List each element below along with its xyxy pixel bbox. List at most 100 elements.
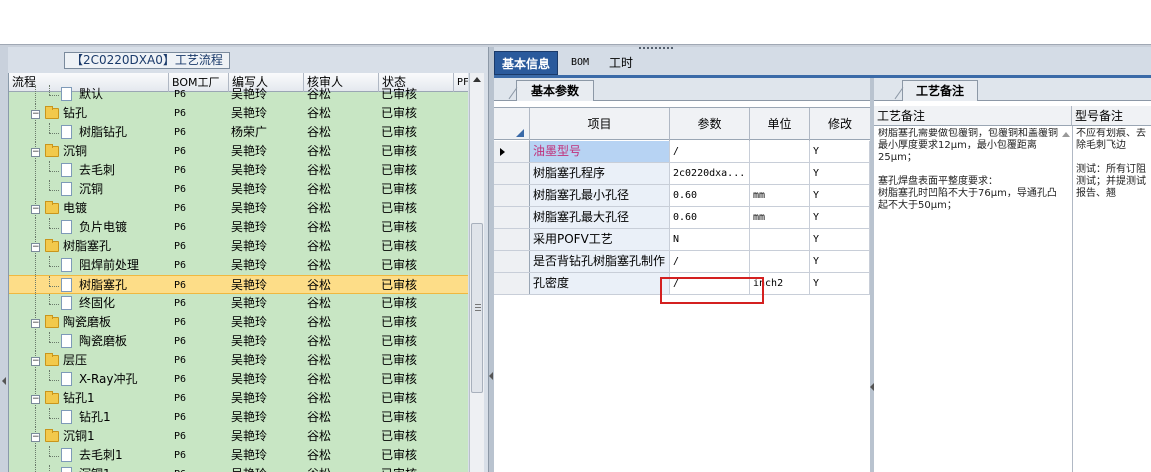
tab-work-hours[interactable]: 工时 [602,51,640,75]
params-cell-value[interactable]: 0.60 [670,207,750,228]
scroll-thumb[interactable] [471,223,483,393]
tree-row[interactable]: 陶瓷磨板 P6 吴艳玲 谷松 已审核 [9,332,468,351]
tree-row[interactable]: − 电镀 P6 吴艳玲 谷松 已审核 [9,199,468,218]
tree-row[interactable]: − 钻孔 P6 吴艳玲 谷松 已审核 [9,104,468,123]
tree-row[interactable]: 去毛刺1 P6 吴艳玲 谷松 已审核 [9,446,468,465]
params-cell-mod[interactable]: Y [810,185,870,206]
tree-node-name[interactable]: 层压 [63,351,169,370]
params-cell-unit[interactable] [750,141,810,162]
collapse-node-icon[interactable]: − [31,148,40,157]
model-notes-text[interactable]: 不应有划痕、去除毛刺飞边 测试：所有订阻测试；并提测试报告、翘 [1076,128,1151,468]
tree-node-name[interactable]: 默认 [79,85,169,104]
tree-node-name[interactable]: 陶瓷磨板 [63,313,169,332]
drag-grip[interactable] [639,47,673,50]
tree-node-name[interactable]: 沉铜1 [63,427,169,446]
tree-node-name[interactable]: 沉铜1 [79,465,169,472]
tree-row[interactable]: − 陶瓷磨板 P6 吴艳玲 谷松 已审核 [9,313,468,332]
params-cell-mod[interactable]: Y [810,251,870,272]
tree-row[interactable]: X-Ray冲孔 P6 吴艳玲 谷松 已审核 [9,370,468,389]
tree-node-name[interactable]: 钻孔 [63,104,169,123]
process-notes-text[interactable]: 树脂塞孔需要做包覆铜，包覆铜和盖覆铜最小厚度要求12μm，最小包覆距离25μm；… [878,128,1064,468]
tree-row[interactable]: 阻焊前处理 P6 吴艳玲 谷松 已审核 [9,256,468,275]
tab-basic-params[interactable]: 基本参数 [516,80,594,101]
splitter-collapse-icon[interactable] [489,372,493,380]
tree-node-name[interactable]: 去毛刺 [79,161,169,180]
row-indicator[interactable] [494,141,530,162]
tree-node-name[interactable]: 陶瓷磨板 [79,332,169,351]
tree-scrollbar[interactable] [469,73,484,472]
collapse-node-icon[interactable]: − [31,205,40,214]
col-header-item[interactable]: 项目 [530,108,670,141]
tab-bom[interactable]: BOM [564,51,596,75]
params-cell-value[interactable]: / [670,141,750,162]
params-cell-mod[interactable]: Y [810,207,870,228]
params-row[interactable]: 采用POFV工艺 N Y [494,229,870,251]
params-cell-unit[interactable]: mm [750,185,810,206]
row-indicator[interactable] [494,273,530,294]
tree-node-name[interactable]: 树脂塞孔 [63,237,169,256]
row-indicator[interactable] [494,163,530,184]
tree-node-name[interactable]: 钻孔1 [63,389,169,408]
params-cell-value[interactable]: N [670,229,750,250]
tree-row[interactable]: − 沉铜 P6 吴艳玲 谷松 已审核 [9,142,468,161]
row-indicator[interactable] [494,251,530,272]
params-cell-unit[interactable]: mm [750,207,810,228]
params-cell-mod[interactable]: Y [810,141,870,162]
tree-node-name[interactable]: 负片电镀 [79,218,169,237]
params-cell-mod[interactable]: Y [810,229,870,250]
collapse-node-icon[interactable]: − [31,433,40,442]
collapse-left-icon[interactable] [2,377,6,385]
tree-node-name[interactable]: X-Ray冲孔 [79,370,169,389]
tree-row[interactable]: 沉铜 P6 吴艳玲 谷松 已审核 [9,180,468,199]
tree-node-name[interactable]: 去毛刺1 [79,446,169,465]
collapse-node-icon[interactable]: − [31,110,40,119]
params-row[interactable]: 油墨型号 / Y [494,141,870,163]
collapse-node-icon[interactable]: − [31,357,40,366]
col-header-param[interactable]: 参数 [670,108,750,141]
col-header-model-notes[interactable]: 型号备注 [1072,106,1151,126]
params-cell-unit[interactable] [750,229,810,250]
tree-row[interactable]: − 树脂塞孔 P6 吴艳玲 谷松 已审核 [9,237,468,256]
params-cell-unit[interactable] [750,251,810,272]
tree-node-name[interactable]: 阻焊前处理 [79,256,169,275]
row-indicator[interactable] [494,207,530,228]
params-cell-value[interactable]: / [670,251,750,272]
tree-row[interactable]: 树脂钻孔 P6 杨荣广 谷松 已审核 [9,123,468,142]
tree-node-name[interactable]: 沉铜 [79,180,169,199]
tree-row[interactable]: 终固化 P6 吴艳玲 谷松 已审核 [9,294,468,313]
process-tree[interactable]: 流程 BOM工厂 编写人 核审人 状态 PF 默认 P6 吴艳玲 谷松 已审核 − 钻孔 P6… [8,73,468,472]
tree-row[interactable]: − 层压 P6 吴艳玲 谷松 已审核 [9,351,468,370]
tree-row[interactable]: − 钻孔1 P6 吴艳玲 谷松 已审核 [9,389,468,408]
tab-basic-info[interactable]: 基本信息 [494,51,559,75]
tree-node-name[interactable]: 沉铜 [63,142,169,161]
collapse-node-icon[interactable]: − [31,319,40,328]
tree-node-name[interactable]: 终固化 [79,294,169,313]
tree-row[interactable]: 负片电镀 P6 吴艳玲 谷松 已审核 [9,218,468,237]
row-indicator[interactable] [494,185,530,206]
params-cell-value[interactable]: 0.60 [670,185,750,206]
params-row[interactable]: 树脂塞孔最大孔径 0.60 mm Y [494,207,870,229]
tree-row[interactable]: 默认 P6 吴艳玲 谷松 已审核 [9,85,468,104]
row-indicator[interactable] [494,229,530,250]
params-row[interactable]: 树脂塞孔最小孔径 0.60 mm Y [494,185,870,207]
params-row[interactable]: 是否背钻孔树脂塞孔制作 / Y [494,251,870,273]
scroll-up-icon[interactable] [473,77,481,82]
tree-node-name[interactable]: 树脂钻孔 [79,123,169,142]
collapse-node-icon[interactable]: − [31,395,40,404]
params-cell-unit[interactable] [750,163,810,184]
tree-node-name[interactable]: 电镀 [63,199,169,218]
params-cell-mod[interactable]: Y [810,273,870,294]
params-row[interactable]: 树脂塞孔程序 2c0220dxa... Y [494,163,870,185]
tree-row[interactable]: − 沉铜1 P6 吴艳玲 谷松 已审核 [9,427,468,446]
params-cell-value[interactable]: 2c0220dxa... [670,163,750,184]
tree-row[interactable]: 钻孔1 P6 吴艳玲 谷松 已审核 [9,408,468,427]
tree-node-name[interactable]: 树脂塞孔 [79,276,169,295]
tab-process-notes[interactable]: 工艺备注 [902,80,978,101]
tree-row[interactable]: 去毛刺 P6 吴艳玲 谷松 已审核 [9,161,468,180]
params-cell-mod[interactable]: Y [810,163,870,184]
tree-row[interactable]: 树脂塞孔 P6 吴艳玲 谷松 已审核 [9,275,468,295]
col-header-modify[interactable]: 修改 [810,108,870,141]
tree-row[interactable]: 沉铜1 P6吴艳玲谷松已审核 [9,465,468,472]
col-header-process-notes[interactable]: 工艺备注 [874,106,1072,126]
col-header-unit[interactable]: 单位 [750,108,810,141]
